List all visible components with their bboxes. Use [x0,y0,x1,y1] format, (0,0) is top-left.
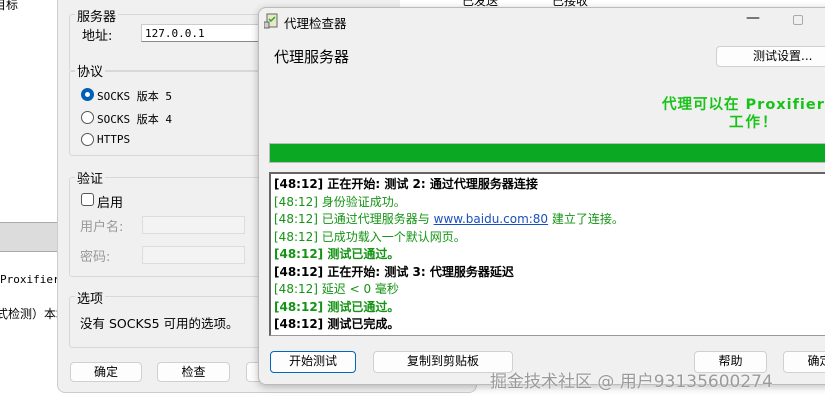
username-label: 用户名: [80,220,124,235]
log-text: 身份验证成功。 [321,194,406,209]
background-title: 目标 [0,0,19,12]
log-line: [48:12] 已成功载入一个默认网页。 [274,229,825,247]
radio-https[interactable] [81,133,94,146]
address-label: 地址: [80,25,115,44]
log-text: 正在开始: 测试 2: 通过代理服务器连接 [327,177,538,191]
log-line: [48:12] 测试已通过。 [274,246,825,264]
log-line: [48:12] 测试已完成。 [274,316,825,334]
minimize-button[interactable]: — [746,10,760,26]
log-line: [48:12] 正在开始: 测试 2: 通过代理服务器连接 [274,176,825,194]
log-time: [48:12] [274,317,324,331]
username-input[interactable] [142,216,245,234]
ok-button[interactable]: 确定 [70,362,142,382]
log-time: [48:12] [274,282,318,296]
log-line: [48:12] 正在开始: 测试 3: 代理服务器延迟 [274,264,825,282]
radio-https-label: HTTPS [97,133,131,146]
log-time: [48:12] [274,229,318,244]
checker-ok-button[interactable]: 确定 [783,351,825,373]
result-message-line2: 工作！ [729,115,779,131]
log-time: [48:12] [274,299,324,314]
auth-group-label: 验证 [75,168,106,187]
log-link[interactable]: www.baidu.com:80 [434,212,548,226]
password-input[interactable] [142,246,245,264]
radio-socks5[interactable] [81,88,94,101]
check-button[interactable]: 检查 [157,362,230,382]
background-window [0,0,60,403]
dialog-title: 代理检查器 [284,16,347,31]
checker-app-icon [264,13,278,29]
log-text: 正在开始: 测试 3: 代理服务器延迟 [327,264,514,279]
log-text: 测试已通过。 [327,299,400,314]
checker-heading: 代理服务器 [274,48,350,66]
log-text: 延迟 < 0 毫秒 [321,282,399,296]
log-text-after: 建立了连接。 [551,212,624,226]
log-text: 已通过代理服务器与 [321,212,430,226]
log-line: [48:12] 身份验证成功。 [274,194,825,212]
test-settings-button[interactable]: 测试设置... [716,46,825,67]
log-text: 已成功载入一个默认网页。 [321,229,466,244]
progress-bar [269,143,825,163]
log-line: [48:12] 已通过代理服务器与 www.baidu.com:80 建立了连接… [274,211,825,229]
password-label: 密码: [80,250,111,265]
enable-auth-label: 启用 [97,196,124,211]
test-log[interactable]: [48:12] 正在开始: 测试 2: 通过代理服务器连接 [48:12] 身份验… [269,172,825,336]
enable-auth-checkbox[interactable] [81,193,94,206]
log-time: [48:12] [274,247,324,261]
log-time: [48:12] [274,177,324,191]
background-bar [0,222,60,252]
log-time: [48:12] [274,212,318,226]
address-input[interactable]: 127.0.0.1 [141,24,271,42]
log-text: 测试已通过。 [327,247,400,261]
log-text: 测试已完成。 [327,317,400,331]
protocol-group-label: 协议 [75,61,106,80]
background-proxifier-text: Proxifier [0,273,60,286]
progress-fill [270,144,825,162]
log-line: [48:12] 测试已通过。 [274,299,825,317]
server-group-label: 服务器 [75,6,119,25]
log-time: [48:12] [274,194,318,209]
radio-socks4[interactable] [81,111,94,124]
options-group-label: 选项 [75,288,106,307]
log-time: [48:12] [274,264,324,279]
start-test-button[interactable]: 开始测试 [270,351,356,373]
maximize-button[interactable] [793,15,803,25]
radio-socks5-label: SOCKS 版本 5 [97,90,172,103]
options-text: 没有 SOCKS5 可用的选项。 [80,316,239,331]
radio-socks4-label: SOCKS 版本 4 [97,113,172,126]
watermark: 掘金技术社区 @ 用户93135600274 [490,372,773,392]
log-line: [48:12] 延迟 < 0 毫秒 [274,281,825,299]
